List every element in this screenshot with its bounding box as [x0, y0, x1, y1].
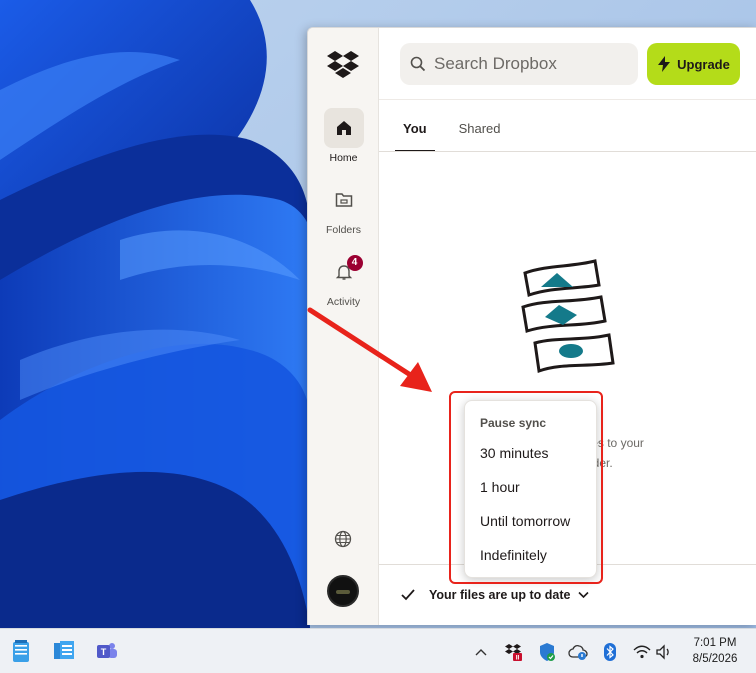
tab-you[interactable]: You [395, 108, 435, 152]
dropbox-logo[interactable] [326, 49, 360, 79]
search-input[interactable]: Search Dropbox [400, 43, 638, 85]
annotation-arrow [307, 307, 432, 392]
sidebar-item-label: Home [329, 152, 358, 164]
folder-icon [324, 180, 364, 220]
globe-icon[interactable] [330, 526, 356, 552]
svg-text:II: II [516, 655, 520, 662]
bell-icon: 4 [324, 252, 364, 292]
sidebar-item-folders[interactable]: Folders [308, 180, 379, 236]
upgrade-label: Upgrade [677, 56, 730, 72]
home-icon [323, 108, 364, 148]
bluetooth-icon[interactable] [600, 642, 620, 662]
chevron-down-icon [578, 591, 590, 599]
dropbox-tray-icon[interactable]: II [504, 642, 524, 662]
upgrade-button[interactable]: Upgrade [647, 43, 740, 85]
teams-icon[interactable]: T [94, 638, 120, 664]
sync-status-text: Your files are up to date [429, 588, 571, 602]
cloud-sync-icon[interactable] [568, 642, 588, 662]
lightning-icon [658, 56, 671, 72]
wifi-icon[interactable] [632, 642, 652, 662]
avatar[interactable] [327, 575, 359, 607]
sidebar-item-home[interactable]: Home [308, 108, 379, 164]
database-app-icon[interactable] [51, 638, 77, 664]
notepad-icon[interactable] [8, 638, 34, 664]
empty-files-illustration [521, 259, 615, 374]
chevron-up-icon[interactable] [471, 642, 491, 662]
divider [379, 99, 756, 100]
security-shield-icon[interactable] [537, 642, 557, 662]
notification-badge: 4 [346, 255, 363, 271]
search-placeholder: Search Dropbox [434, 54, 557, 73]
svg-text:T: T [101, 647, 107, 657]
checkmark-icon [401, 589, 415, 601]
search-icon [410, 56, 426, 72]
annotation-highlight-box [449, 391, 603, 584]
tab-shared[interactable]: Shared [451, 108, 509, 152]
sidebar-item-label: Folders [325, 224, 361, 236]
divider [379, 151, 756, 152]
sync-status-button[interactable]: Your files are up to date [401, 583, 590, 607]
clock-date: 8/5/2026 [692, 653, 738, 665]
taskbar: T II 7:01 PM 8/5/2026 [0, 628, 756, 673]
taskbar-clock[interactable]: 7:01 PM 8/5/2026 [682, 635, 748, 667]
clock-time: 7:01 PM [693, 637, 737, 649]
tab-bar: You Shared [395, 108, 525, 152]
volume-icon[interactable] [654, 642, 674, 662]
